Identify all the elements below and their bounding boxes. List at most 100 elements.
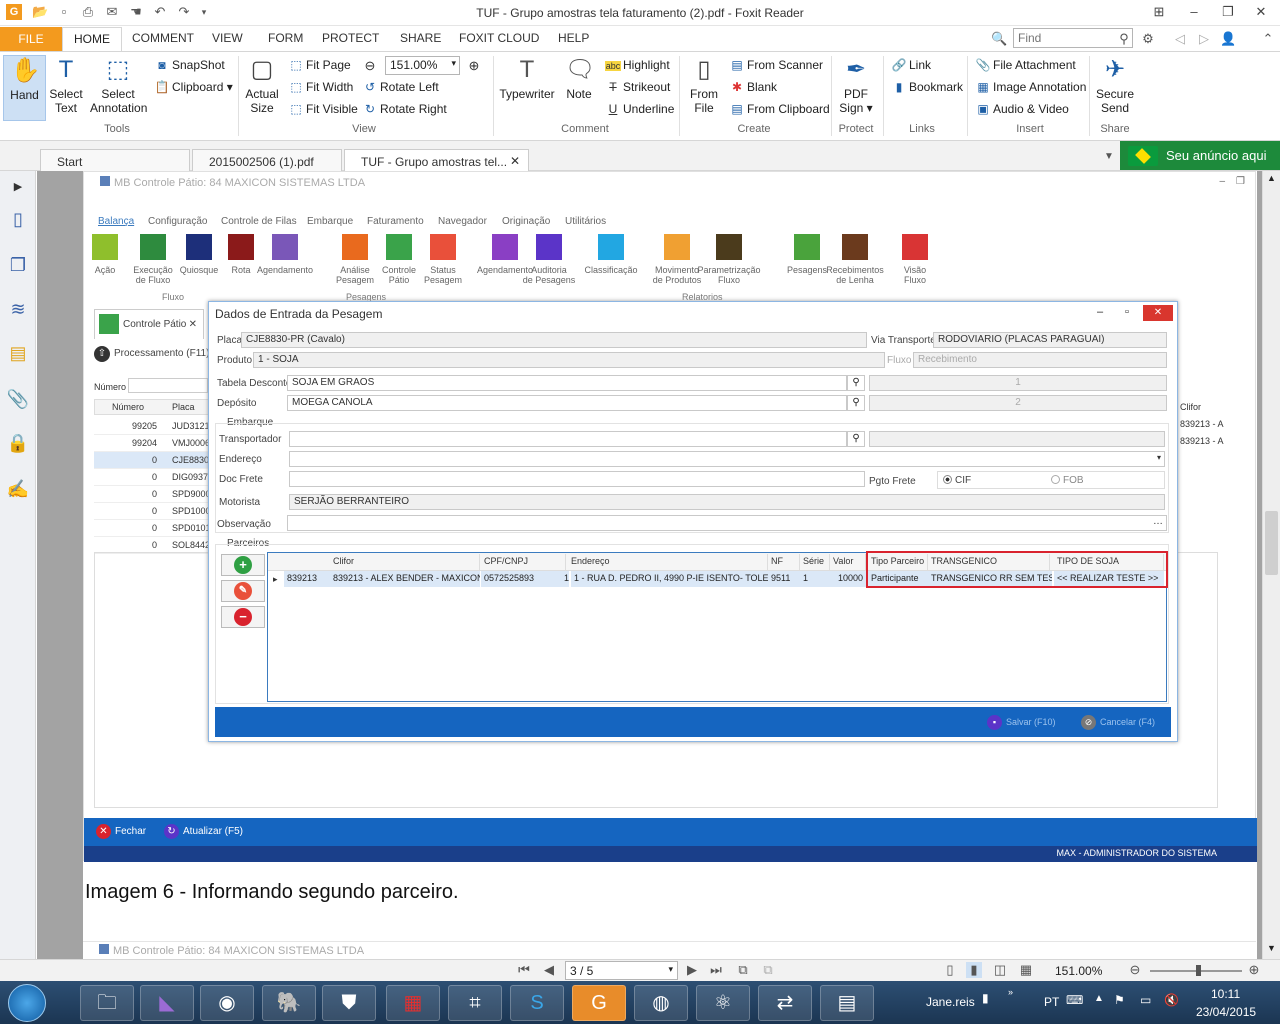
collapse-ribbon-icon[interactable]: ⌃ (1260, 31, 1276, 47)
tab-start[interactable]: Start (40, 149, 190, 171)
globe-icon[interactable]: ◍ (634, 985, 688, 1021)
from-file-button[interactable]: ▯ From File (686, 55, 722, 115)
find-options-icon[interactable]: 🔍 (991, 31, 1007, 47)
tab-form[interactable]: FORM (268, 31, 303, 45)
minimize-button[interactable]: – (1184, 3, 1204, 21)
next-view-icon[interactable]: ⧉ (760, 962, 776, 978)
tray-expand-icon[interactable]: » (1008, 987, 1013, 997)
actual-size-button[interactable]: ▢ Actual Size (243, 55, 281, 115)
fit-visible-button[interactable]: ⬚ Fit Visible (288, 102, 357, 116)
expand-panel-icon[interactable]: ▶ (6, 175, 30, 199)
bookmarks-icon[interactable]: ▯ (6, 207, 30, 231)
zoom-out-icon[interactable]: ⊖ (1127, 962, 1143, 978)
scroll-thumb[interactable] (1265, 511, 1278, 575)
settings-gear-icon[interactable]: ⚙ (1140, 31, 1156, 47)
volume-muted-icon[interactable]: 🔇 (1164, 993, 1179, 1007)
postgres-icon[interactable]: 🐘 (262, 985, 316, 1021)
image-annotation-button[interactable]: ▦ Image Annotation (975, 80, 1086, 94)
find-input[interactable] (1013, 28, 1133, 48)
back-icon[interactable]: ◁ (1172, 31, 1188, 47)
next-page-icon[interactable]: ▶ (684, 962, 700, 978)
flag-icon[interactable]: ⚑ (1114, 993, 1125, 1007)
visual-studio-icon[interactable]: ◣ (140, 985, 194, 1021)
zoom-select[interactable]: 151.00% ▾ (385, 56, 460, 75)
attachments-icon[interactable]: 📎 (6, 387, 30, 411)
rotate-right-button[interactable]: ↻ Rotate Right (362, 102, 447, 116)
typewriter-button[interactable]: T Typewriter (498, 55, 556, 101)
chrome-icon[interactable]: ◉ (200, 985, 254, 1021)
maximize-button[interactable]: ❐ (1218, 3, 1238, 21)
close-tab-icon[interactable]: ✕ (510, 154, 520, 168)
file-attachment-button[interactable]: 📎 File Attachment (975, 58, 1076, 72)
tab-help[interactable]: HELP (558, 31, 589, 45)
single-page-icon[interactable]: ▯ (942, 962, 958, 978)
zoom-in-icon[interactable]: ⊕ (466, 58, 482, 74)
snapshot-button[interactable]: ◙ SnapShot (154, 58, 224, 72)
foxit-taskbar-icon[interactable]: G (572, 985, 626, 1021)
fit-width-button[interactable]: ⬚ Fit Width (288, 80, 353, 94)
page-number-field[interactable]: 3 / 5 ▾ (565, 961, 678, 980)
clipboard-button[interactable]: 📋 Clipboard ▾ (154, 80, 233, 94)
bookmark-button[interactable]: ▮ Bookmark (891, 80, 963, 94)
tabs-dropdown-icon[interactable]: ▼ (1101, 149, 1117, 165)
highlight-button[interactable]: abc Highlight (605, 58, 670, 72)
vertical-scrollbar[interactable]: ▲ ▼ (1262, 171, 1280, 959)
layers-icon[interactable]: ≋ (6, 297, 30, 321)
previous-page-icon[interactable]: ◀ (541, 962, 557, 978)
rotate-left-button[interactable]: ↺ Rotate Left (362, 80, 439, 94)
ribbon-toggle-icon[interactable]: ⊞ (1149, 3, 1169, 21)
security-app-icon[interactable]: ⛊ (322, 985, 376, 1021)
forward-icon[interactable]: ▷ (1196, 31, 1212, 47)
tab-home[interactable]: HOME (62, 27, 122, 51)
clock-time[interactable]: 10:11 (1211, 987, 1240, 1001)
signatures-icon[interactable]: ✍ (6, 477, 30, 501)
previous-view-icon[interactable]: ⧉ (735, 962, 751, 978)
select-text-button[interactable]: T Select Text (48, 55, 84, 115)
facing-page-icon[interactable]: ◫ (992, 962, 1008, 978)
first-page-icon[interactable]: ⏮ (516, 962, 532, 978)
tab-comment[interactable]: COMMENT (132, 31, 194, 45)
continuous-page-icon[interactable]: ▮ (966, 962, 982, 978)
network-share-icon[interactable]: ⇄ (758, 985, 812, 1021)
tab-pdf-2015002506[interactable]: 2015002506 (1).pdf (192, 149, 342, 171)
fit-page-button[interactable]: ⬚ Fit Page (288, 58, 350, 72)
strikeout-button[interactable]: T Strikeout (605, 80, 670, 94)
explorer-icon[interactable]: 🗀 (80, 985, 134, 1021)
search-icon[interactable]: ⚲ (1116, 31, 1132, 47)
winrar-icon[interactable]: ▤ (820, 985, 874, 1021)
clock-date[interactable]: 23/04/2015 (1196, 1005, 1256, 1019)
firewall-icon[interactable]: ▦ (386, 985, 440, 1021)
zoom-slider-handle[interactable] (1196, 965, 1201, 976)
from-clipboard-button[interactable]: ▤ From Clipboard (729, 102, 829, 116)
close-button[interactable]: ✕ (1251, 3, 1271, 21)
language-indicator[interactable]: PT (1044, 995, 1059, 1009)
user-account-icon[interactable]: 👤 (1220, 31, 1236, 47)
tab-protect[interactable]: PROTECT (322, 31, 379, 45)
zoom-in-icon[interactable]: ⊕ (1246, 962, 1262, 978)
secure-send-button[interactable]: ✈ Secure Send (1094, 55, 1136, 115)
select-annotation-button[interactable]: ⬚ Select Annotation (90, 55, 147, 115)
file-tab[interactable]: FILE (0, 27, 62, 51)
network-icon[interactable]: ▭ (1140, 993, 1151, 1007)
network-tool-icon[interactable]: ⌗ (448, 985, 502, 1021)
skype-icon[interactable]: S (510, 985, 564, 1021)
underline-button[interactable]: U Underline (605, 102, 675, 116)
note-button[interactable]: 🗨 Note (562, 55, 596, 101)
hand-tool-button[interactable]: ✋ Hand (3, 55, 46, 121)
atom-app-icon[interactable]: ⚛ (696, 985, 750, 1021)
ad-banner[interactable]: Seu anúncio aqui (1120, 141, 1280, 170)
audio-video-button[interactable]: ▣ Audio & Video (975, 102, 1069, 116)
zoom-out-icon[interactable]: ⊖ (362, 58, 378, 74)
comments-icon[interactable]: ▤ (6, 341, 30, 365)
tab-tuf-grupo[interactable]: TUF - Grupo amostras tel... ✕ (344, 149, 529, 171)
security-lock-icon[interactable]: 🔒 (6, 431, 30, 455)
tab-view[interactable]: VIEW (212, 31, 243, 45)
link-button[interactable]: 🔗 Link (891, 58, 932, 72)
continuous-facing-icon[interactable]: ▦ (1018, 962, 1034, 978)
tab-share[interactable]: SHARE (400, 31, 441, 45)
last-page-icon[interactable]: ⏭ (708, 962, 724, 978)
scroll-up-icon[interactable]: ▲ (1267, 173, 1276, 183)
pages-icon[interactable]: ❐ (6, 253, 30, 277)
scroll-down-icon[interactable]: ▼ (1267, 943, 1276, 953)
from-scanner-button[interactable]: ▤ From Scanner (729, 58, 823, 72)
